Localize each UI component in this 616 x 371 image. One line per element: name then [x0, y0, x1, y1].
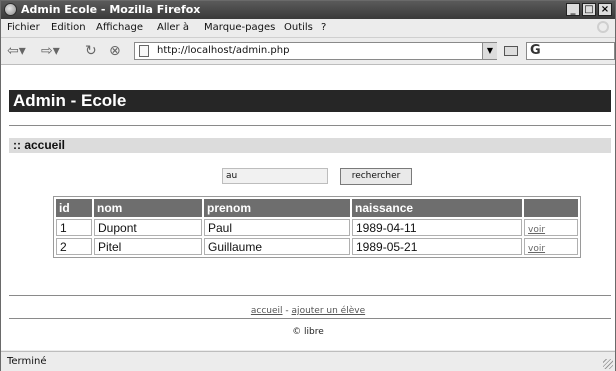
column-header-action [524, 199, 578, 217]
menu-outils[interactable]: Outils [284, 22, 313, 33]
divider [9, 295, 611, 297]
title-bar: Admin Ecole - Mozilla Firefox _ □ × [1, 1, 615, 19]
menu-aller-a[interactable]: Aller à [157, 22, 189, 33]
status-bar: Terminé [1, 351, 615, 371]
column-header-nom: nom [94, 199, 202, 217]
column-header-naissance: naissance [352, 199, 522, 217]
url-dropdown-button[interactable]: ▼ [482, 43, 497, 59]
copyright-text: © libre [292, 327, 324, 337]
column-header-prenom: prenom [204, 199, 350, 217]
navigation-toolbar: ⇦▾ ⇨▾ ↻ ⊗ http://localhost/admin.php ▼ G [1, 38, 615, 65]
back-arrow-icon[interactable]: ⇦▾ [7, 43, 26, 59]
window-title: Admin Ecole - Mozilla Firefox [21, 3, 201, 16]
menu-help[interactable]: ? [321, 22, 326, 33]
browser-window: Admin Ecole - Mozilla Firefox _ □ × Fich… [0, 0, 616, 371]
menu-affichage[interactable]: Affichage [96, 22, 143, 33]
cell-prenom: Paul [204, 219, 350, 236]
footer-separator: - [285, 306, 289, 316]
section-title: :: accueil [9, 138, 611, 153]
cell-action: voir [524, 238, 578, 255]
table-row: 2 Pitel Guillaume 1989-05-21 voir [56, 238, 578, 255]
cell-naissance: 1989-04-11 [352, 219, 522, 236]
minimize-button[interactable]: _ [566, 3, 580, 16]
feed-icon[interactable] [504, 46, 518, 56]
cell-naissance: 1989-05-21 [352, 238, 522, 255]
throbber-icon [597, 21, 609, 33]
menu-fichier[interactable]: Fichier [7, 22, 40, 33]
cell-nom: Dupont [94, 219, 202, 236]
voir-link[interactable]: voir [528, 244, 545, 254]
cell-id: 1 [56, 219, 92, 236]
stop-icon[interactable]: ⊗ [109, 43, 121, 59]
divider [9, 125, 611, 127]
cell-id: 2 [56, 238, 92, 255]
menu-edition[interactable]: Edition [51, 22, 86, 33]
results-table: id nom prenom naissance 1 Dupont Paul 19… [53, 196, 581, 258]
search-button[interactable]: rechercher [340, 168, 412, 185]
forward-arrow-icon[interactable]: ⇨▾ [41, 43, 60, 59]
table-row: 1 Dupont Paul 1989-04-11 voir [56, 219, 578, 236]
menu-marque-pages[interactable]: Marque-pages [204, 22, 275, 33]
status-text: Terminé [7, 356, 47, 367]
maximize-button[interactable]: □ [582, 3, 596, 16]
cell-action: voir [524, 219, 578, 236]
page-content: Admin - Ecole :: accueil au rechercher i… [1, 65, 615, 350]
resize-grip-icon[interactable] [603, 359, 613, 369]
firefox-icon [4, 3, 17, 16]
page-title: Admin - Ecole [9, 90, 611, 112]
divider [9, 318, 611, 320]
cell-nom: Pitel [94, 238, 202, 255]
cell-prenom: Guillaume [204, 238, 350, 255]
voir-link[interactable]: voir [528, 225, 545, 235]
search-bar[interactable]: G [526, 42, 615, 60]
url-text[interactable]: http://localhost/admin.php [157, 45, 289, 56]
url-bar[interactable]: http://localhost/admin.php [134, 42, 497, 60]
google-icon[interactable]: G [530, 44, 541, 58]
home-link[interactable]: accueil [251, 306, 283, 316]
footer-links: accueil - ajouter un élève [1, 306, 615, 316]
reload-icon[interactable]: ↻ [85, 43, 97, 59]
close-button[interactable]: × [598, 3, 612, 16]
search-input[interactable]: au [222, 168, 328, 184]
page-icon [139, 45, 149, 57]
column-header-id: id [56, 199, 92, 217]
menu-bar: Fichier Edition Affichage Aller à Marque… [1, 19, 615, 38]
add-student-link[interactable]: ajouter un élève [292, 306, 366, 316]
